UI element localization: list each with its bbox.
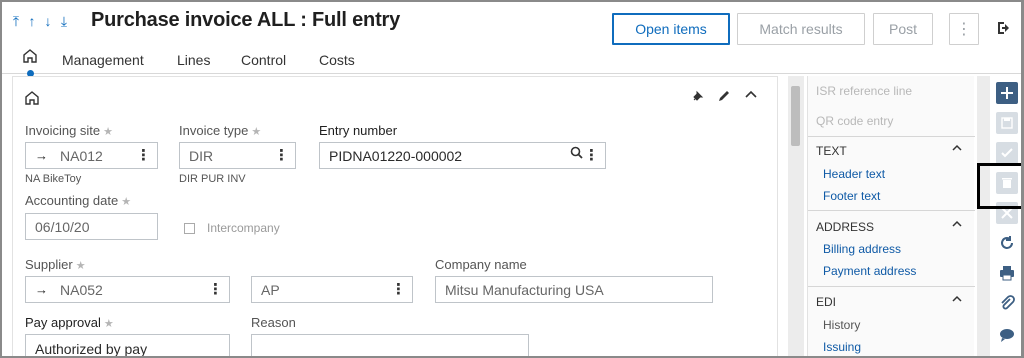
header-text-link[interactable]: Header text	[823, 167, 885, 181]
supplier-field[interactable]: → NA052 ⋮	[25, 276, 230, 303]
chevron-up-icon[interactable]	[951, 142, 963, 157]
divider	[808, 210, 975, 211]
scrollbar-thumb[interactable]	[791, 86, 800, 146]
edit-icon[interactable]	[717, 89, 731, 106]
options-icon[interactable]: ⋮	[208, 280, 223, 298]
text-section-title: TEXT	[816, 144, 847, 158]
options-icon[interactable]: ⋮	[136, 146, 151, 164]
billing-address-link[interactable]: Billing address	[823, 242, 901, 256]
footer-text-link[interactable]: Footer text	[823, 189, 880, 203]
previous-record-icon[interactable]: ↑	[26, 12, 38, 30]
address-section-title: ADDRESS	[816, 220, 875, 234]
action-toolbar	[992, 76, 1021, 356]
history-link[interactable]: History	[823, 318, 860, 332]
invoice-type-description: DIR PUR INV	[179, 173, 246, 185]
save-icon[interactable]	[996, 112, 1018, 134]
page-header: ⤒ ↑ ↓ ⤓ Purchase invoice ALL : Full entr…	[2, 2, 1021, 77]
tab-costs[interactable]: Costs	[319, 52, 355, 68]
panel-scrollbar[interactable]	[977, 76, 990, 356]
section-home-icon	[25, 91, 39, 108]
divider	[808, 286, 975, 287]
isr-reference-line-link: ISR reference line	[816, 84, 913, 98]
divider	[808, 136, 975, 137]
collapse-chevron-icon[interactable]	[744, 87, 758, 104]
add-icon[interactable]	[996, 82, 1018, 104]
last-record-icon[interactable]: ⤓	[58, 12, 70, 30]
payment-address-link[interactable]: Payment address	[823, 264, 916, 278]
accounting-date-label: Accounting date ★	[25, 193, 132, 208]
next-record-icon[interactable]: ↓	[42, 12, 54, 30]
form-section: Invoicing site ★ → NA012 ⋮ NA BikeToy Inv…	[12, 76, 778, 356]
app-window: ⤒ ↑ ↓ ⤓ Purchase invoice ALL : Full entr…	[0, 0, 1024, 358]
invoicing-site-field[interactable]: → NA012 ⋮	[25, 142, 158, 169]
intercompany-label: Intercompany	[207, 221, 280, 235]
options-icon[interactable]: ⋮	[391, 280, 406, 298]
first-record-icon[interactable]: ⤒	[10, 12, 22, 30]
pay-approval-label: Pay approval ★	[25, 315, 114, 330]
reason-label: Reason	[251, 315, 296, 330]
invoice-type-field[interactable]: DIR ⋮	[179, 142, 296, 169]
issuing-link[interactable]: Issuing	[823, 340, 861, 354]
intercompany-checkbox[interactable]	[184, 223, 195, 234]
page-title: Purchase invoice ALL : Full entry	[91, 9, 401, 31]
options-icon[interactable]: ⋮	[274, 146, 289, 164]
search-icon[interactable]	[570, 146, 583, 162]
home-tab-icon[interactable]	[22, 49, 38, 69]
check-icon[interactable]	[996, 142, 1018, 164]
link-arrow-icon[interactable]: →	[35, 148, 48, 163]
open-items-button[interactable]: Open items	[612, 13, 730, 45]
more-actions-button[interactable]: ⋮	[949, 13, 979, 45]
refresh-icon[interactable]	[996, 232, 1018, 254]
post-button[interactable]: Post	[873, 13, 933, 45]
link-arrow-icon[interactable]: →	[35, 282, 48, 297]
right-links-panel: ISR reference line QR code entry TEXT He…	[807, 76, 975, 356]
form-scrollbar[interactable]	[788, 76, 804, 356]
attachment-icon[interactable]	[996, 292, 1018, 314]
qr-code-entry-link: QR code entry	[816, 114, 894, 128]
tab-management[interactable]: Management	[62, 52, 144, 68]
highlight-box	[977, 163, 1021, 209]
sign-out-icon[interactable]	[996, 20, 1012, 41]
reason-field[interactable]	[251, 334, 529, 356]
tab-control[interactable]: Control	[241, 52, 286, 68]
company-name-label: Company name	[435, 257, 527, 272]
chevron-up-icon[interactable]	[951, 293, 963, 308]
accounting-date-field[interactable]: 06/10/20	[25, 213, 158, 240]
supplier-label: Supplier ★	[25, 257, 86, 272]
invoicing-site-label: Invoicing site ★	[25, 123, 114, 138]
print-icon[interactable]	[996, 262, 1018, 284]
match-results-button[interactable]: Match results	[737, 13, 865, 45]
pay-approval-field[interactable]: Authorized by pay	[25, 334, 230, 356]
tab-lines[interactable]: Lines	[177, 52, 210, 68]
comment-icon[interactable]	[996, 324, 1018, 346]
edi-section-title: EDI	[816, 295, 837, 309]
pin-icon[interactable]	[691, 89, 705, 106]
entry-number-field[interactable]: PIDNA01220-000002 ⋮	[319, 142, 606, 169]
options-icon[interactable]: ⋮	[584, 146, 599, 164]
supplier-account-type-field[interactable]: AP ⋮	[251, 276, 413, 303]
chevron-up-icon[interactable]	[951, 218, 963, 233]
invoicing-site-description: NA BikeToy	[25, 173, 82, 185]
entry-number-label: Entry number	[319, 123, 398, 138]
invoice-type-label: Invoice type ★	[179, 123, 262, 138]
company-name-field[interactable]: Mitsu Manufacturing USA	[435, 276, 713, 303]
record-navigation: ⤒ ↑ ↓ ⤓	[10, 12, 70, 30]
